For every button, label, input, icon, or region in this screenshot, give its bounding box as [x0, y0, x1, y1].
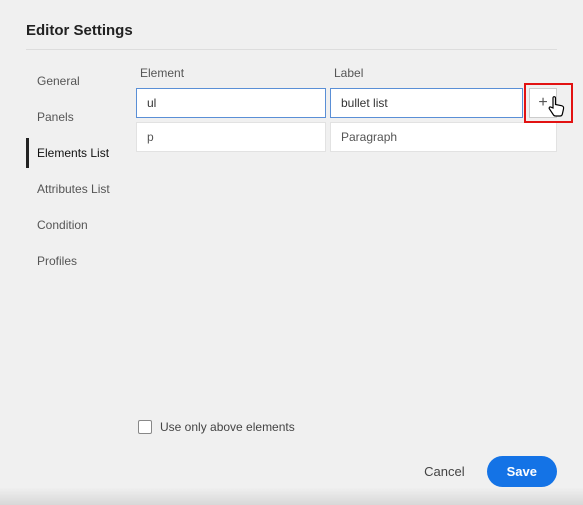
sidebar-item-profiles[interactable]: Profiles	[26, 246, 130, 276]
table-row: +	[136, 88, 557, 118]
dialog-footer: Cancel Save	[26, 444, 557, 487]
label-input[interactable]	[330, 88, 523, 118]
cancel-button[interactable]: Cancel	[424, 464, 464, 479]
use-only-above-checkbox[interactable]	[138, 420, 152, 434]
save-button[interactable]: Save	[487, 456, 557, 487]
sidebar-item-attributes-list[interactable]: Attributes List	[26, 174, 130, 204]
sidebar-item-general[interactable]: General	[26, 66, 130, 96]
element-input[interactable]	[136, 88, 326, 118]
sidebar-item-panels[interactable]: Panels	[26, 102, 130, 132]
sidebar-item-elements-list[interactable]: Elements List	[26, 138, 130, 168]
table-row: p Paragraph	[136, 122, 557, 152]
element-cell[interactable]: p	[136, 122, 326, 152]
settings-sidebar: General Panels Elements List Attributes …	[26, 66, 130, 444]
elements-list-panel: Element Label +	[136, 66, 557, 444]
sidebar-item-condition[interactable]: Condition	[26, 210, 130, 240]
plus-icon: +	[538, 94, 547, 112]
page-title: Editor Settings	[26, 22, 557, 50]
column-header-label: Label	[330, 66, 557, 84]
label-cell[interactable]: Paragraph	[330, 122, 557, 152]
column-header-element: Element	[136, 66, 326, 84]
use-only-above-label: Use only above elements	[160, 420, 295, 434]
add-row-button[interactable]: +	[529, 88, 557, 118]
